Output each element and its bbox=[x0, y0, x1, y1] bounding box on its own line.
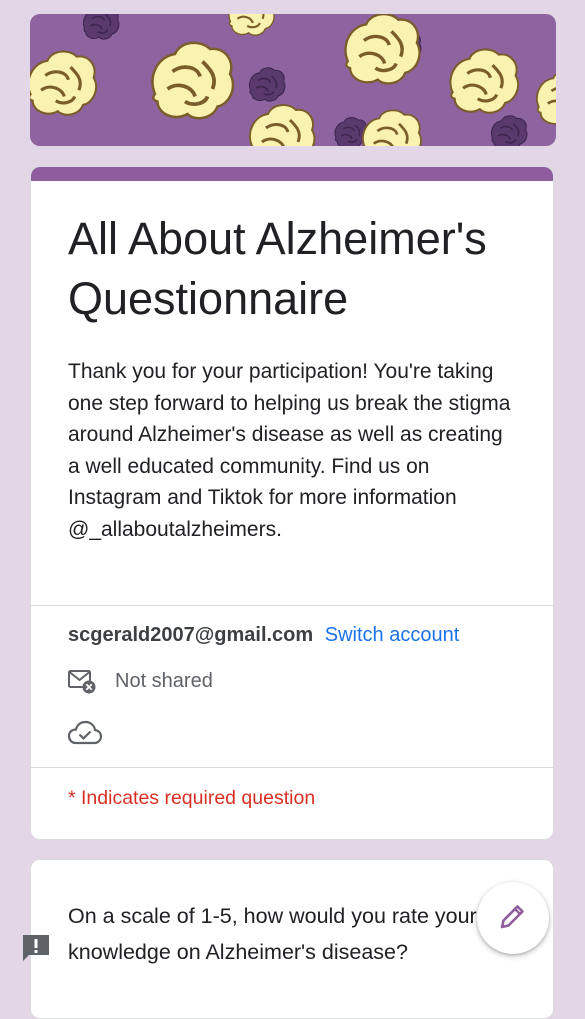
required-note: * Indicates required question bbox=[68, 787, 316, 809]
email-not-shared-row: Not shared bbox=[67, 667, 213, 695]
brain-pattern-image bbox=[30, 14, 556, 146]
divider bbox=[31, 767, 553, 768]
saved-status bbox=[67, 719, 103, 752]
form-header-card: All About Alzheimer's Questionnaire Than… bbox=[30, 166, 554, 840]
question-title: On a scale of 1-5, how would you rate yo… bbox=[68, 904, 477, 964]
divider bbox=[31, 605, 553, 606]
report-icon[interactable] bbox=[20, 933, 52, 963]
not-shared-label: Not shared bbox=[115, 669, 213, 692]
account-email: scgerald2007@gmail.com bbox=[68, 624, 314, 646]
form-description: Thank you for your participation! You're… bbox=[68, 360, 511, 541]
mail-off-icon bbox=[67, 667, 97, 695]
cloud-done-icon bbox=[67, 720, 103, 751]
question-card: On a scale of 1-5, how would you rate yo… bbox=[30, 859, 554, 1019]
switch-account-link[interactable]: Switch account bbox=[325, 624, 460, 646]
account-row: scgerald2007@gmail.com Switch account bbox=[68, 624, 459, 647]
pencil-icon bbox=[498, 901, 528, 936]
form-title: All About Alzheimer's Questionnaire bbox=[68, 213, 487, 324]
accent-stripe bbox=[31, 167, 553, 181]
header-banner bbox=[30, 14, 556, 146]
edit-fab-button[interactable] bbox=[477, 882, 549, 954]
